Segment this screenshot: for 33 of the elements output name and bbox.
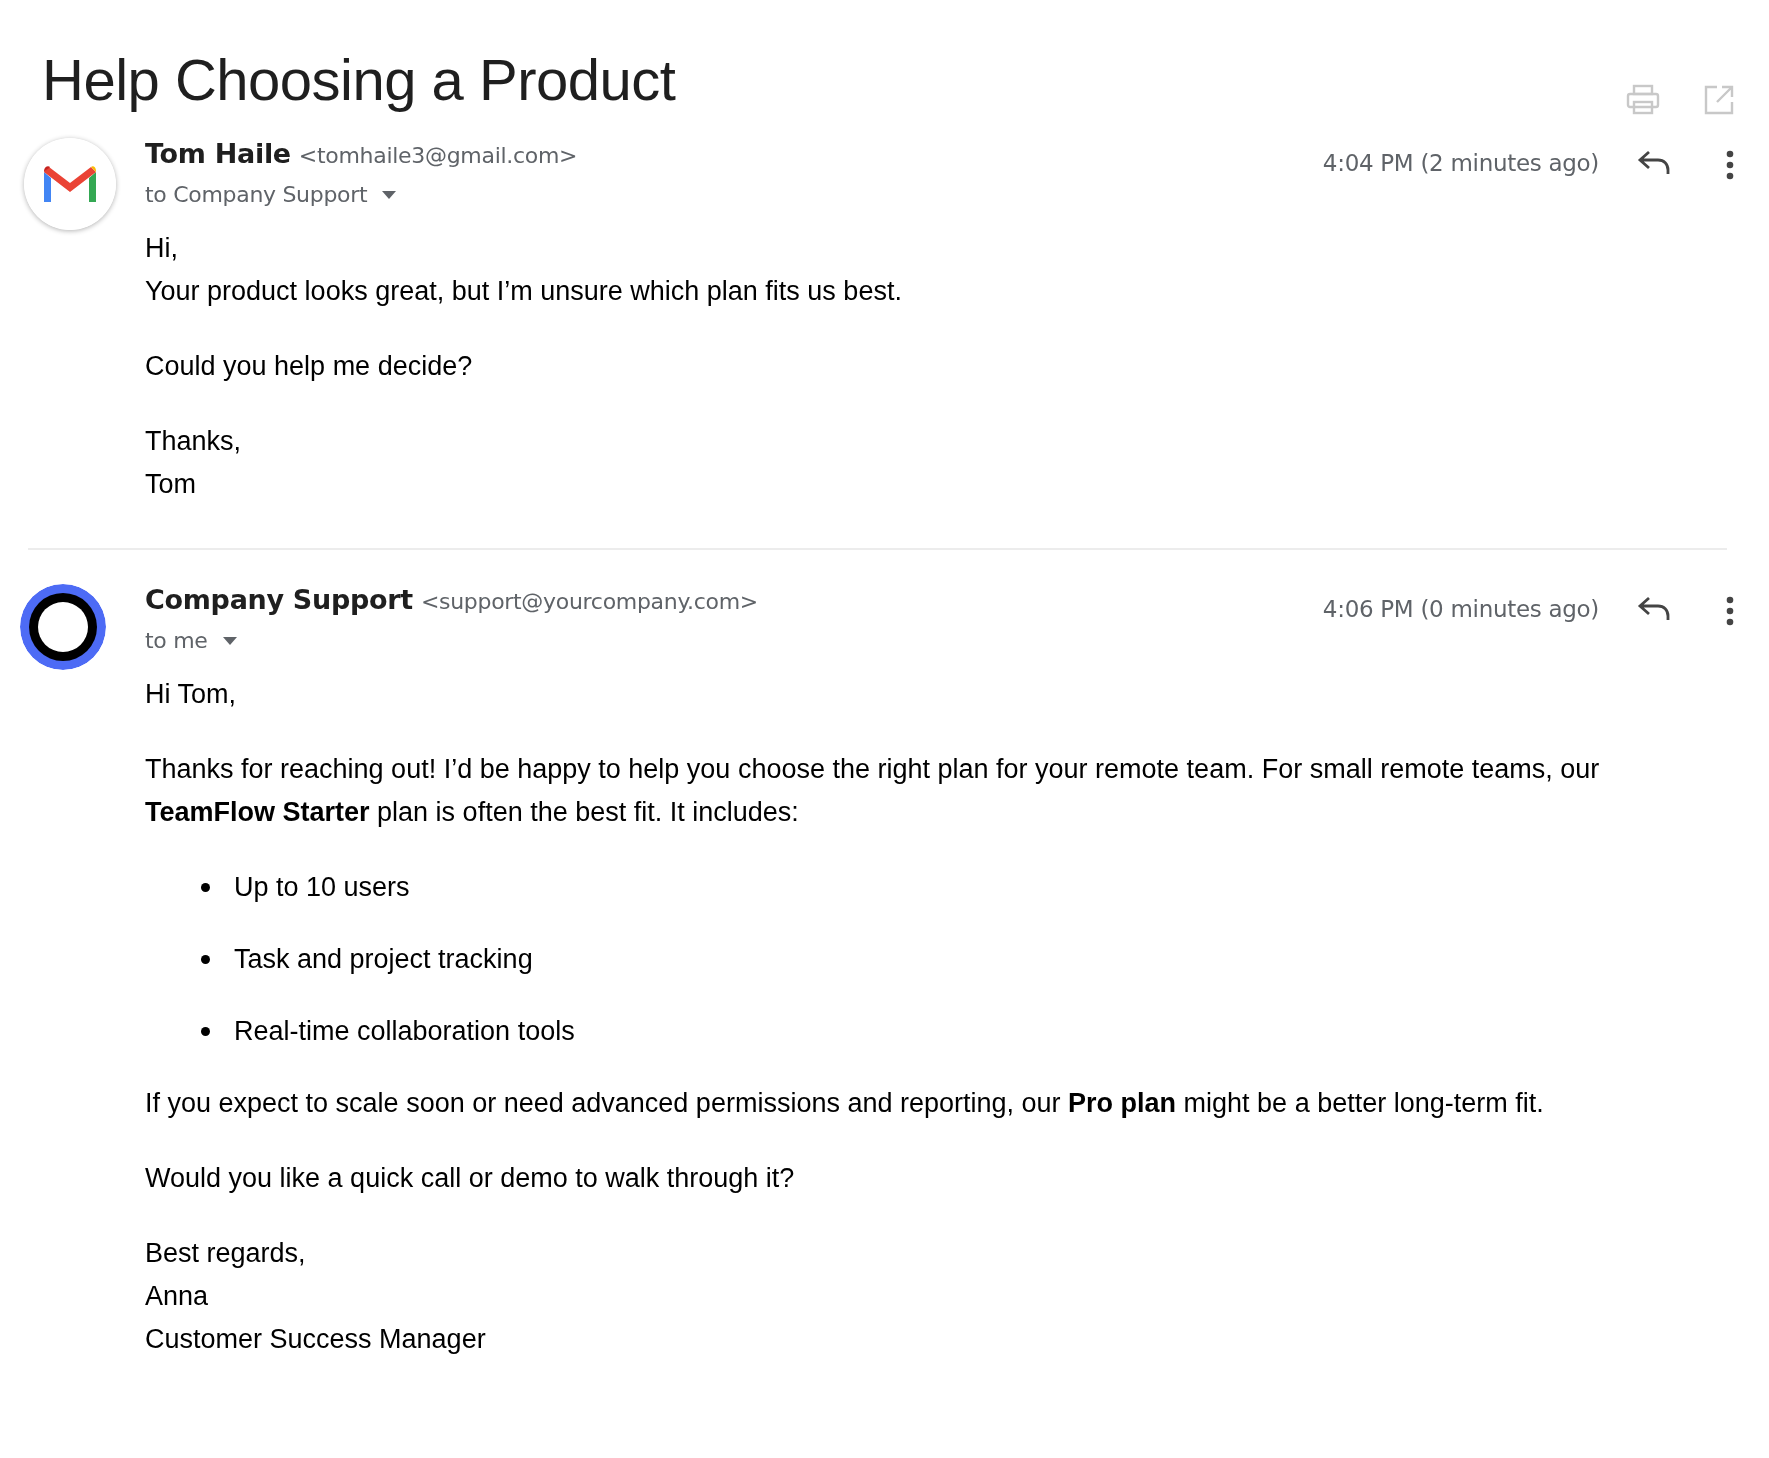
bullet-icon — [201, 955, 210, 964]
body-text: Thanks for reaching out! I’d be happy to help you choose the right plan for your remote team. For small remote teams, our TeamFlow Starter plan is often the best fit. It includes: — [145, 753, 1601, 829]
recipient-text: to Company Support — [145, 182, 368, 207]
timestamp: 4:06 PM (0 minutes ago) — [1322, 596, 1599, 622]
more-options-icon[interactable] — [1725, 150, 1735, 180]
timestamp: 4:04 PM (2 minutes ago) — [1322, 150, 1599, 176]
body-text: Thanks, — [145, 425, 243, 458]
reply-icon[interactable] — [1637, 150, 1671, 176]
sender-email: <support@yourcompany.com> — [420, 589, 758, 614]
body-text: Could you help me decide? — [145, 350, 474, 383]
body-text: Hi, — [145, 232, 179, 265]
sender-name: Tom Haile — [145, 138, 291, 169]
bullet-icon — [201, 1027, 210, 1036]
list-item-text: Real-time collaboration tools — [234, 1015, 575, 1048]
list-item-text: Up to 10 users — [234, 871, 410, 904]
list-item-text: Task and project tracking — [234, 943, 533, 976]
sender-name: Company Support — [145, 584, 413, 615]
body-text: Would you like a quick call or demo to walk through it? — [145, 1162, 796, 1195]
caret-icon[interactable] — [221, 635, 238, 646]
body-text: Customer Success Manager — [145, 1323, 487, 1356]
sender-email: <tomhaile3@gmail.com> — [298, 143, 578, 168]
body-text: Tom — [145, 468, 197, 501]
email-subject: Help Choosing a Product — [42, 46, 677, 114]
bullet-icon — [201, 883, 210, 892]
body-text: If you expect to scale soon or need advanced permissions and reporting, our Pro plan might be a better long-term fit. — [145, 1087, 1545, 1120]
body-text: Hi Tom, — [145, 678, 238, 711]
more-options-icon[interactable] — [1725, 596, 1735, 626]
body-text: Anna — [145, 1280, 210, 1313]
body-text: Best regards, — [145, 1237, 307, 1270]
caret-icon[interactable] — [381, 189, 398, 200]
reply-icon[interactable] — [1637, 596, 1671, 622]
body-text: Your product looks great, but I’m unsure which plan fits us best. — [145, 275, 903, 308]
recipient-text: to me — [145, 628, 208, 653]
